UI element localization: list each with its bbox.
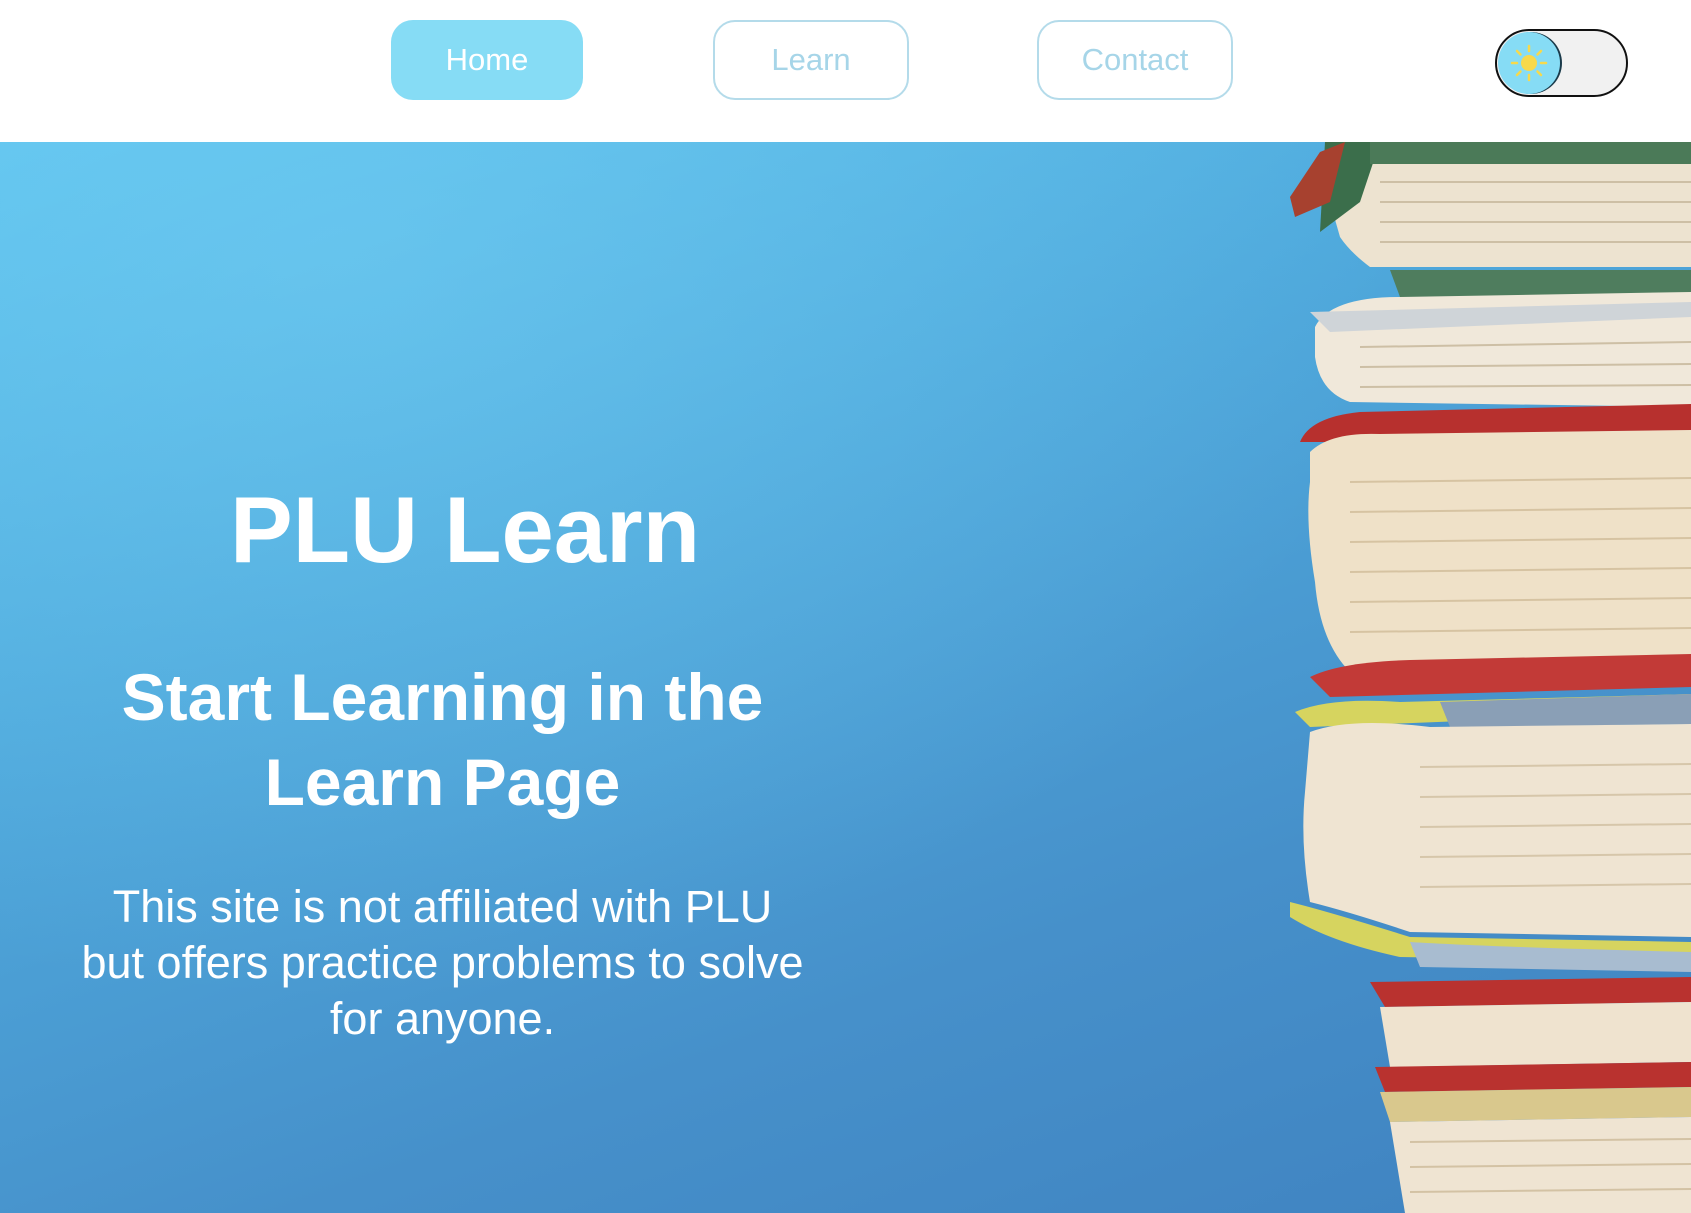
sun-icon bbox=[1510, 44, 1548, 82]
book-stack-image bbox=[1290, 142, 1691, 1213]
hero-section: PLU Learn Start Learning in the Learn Pa… bbox=[0, 142, 1691, 1213]
theme-toggle-knob[interactable] bbox=[1498, 32, 1560, 94]
hero-title: PLU Learn bbox=[229, 477, 701, 582]
top-navigation-bar: Home Learn Contact bbox=[0, 0, 1691, 142]
hero-subtitle: Start Learning in the Learn Page bbox=[121, 660, 764, 819]
hero-description: This site is not affiliated with PLU but… bbox=[81, 881, 804, 1044]
theme-toggle-switch[interactable] bbox=[1495, 29, 1628, 97]
nav-home-button[interactable]: Home bbox=[391, 20, 583, 100]
nav-contact-button[interactable]: Contact bbox=[1037, 20, 1233, 100]
nav-learn-button[interactable]: Learn bbox=[713, 20, 909, 100]
